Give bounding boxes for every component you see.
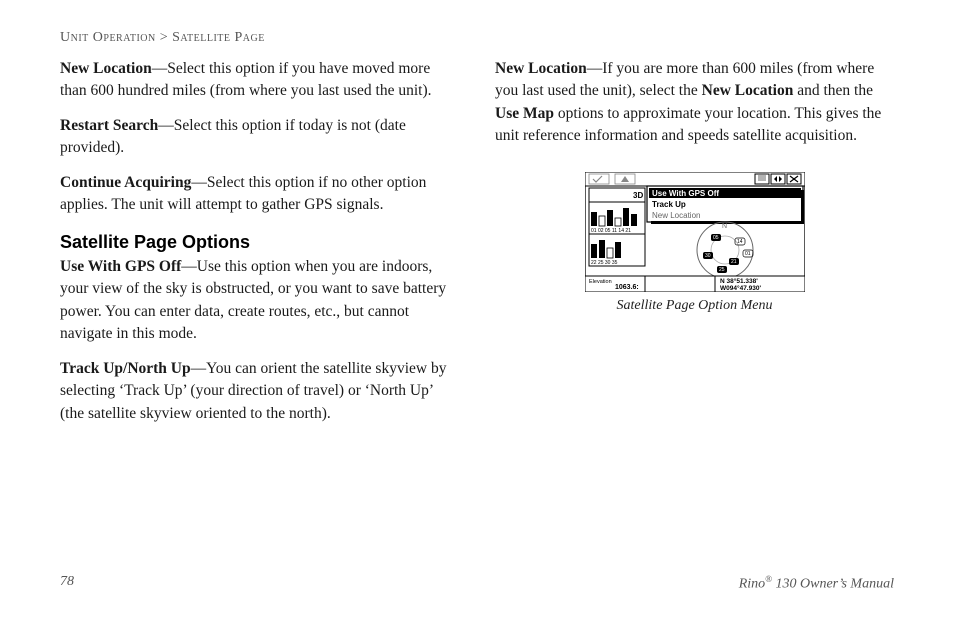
signal-3d: 3D: [633, 191, 643, 200]
figure-caption: Satellite Page Option Menu: [495, 296, 894, 316]
registered-mark: ®: [765, 574, 772, 584]
menu-item-gps-off: Use With GPS Off: [652, 189, 719, 198]
right-column: New Location—If you are more than 600 mi…: [495, 58, 894, 437]
sat-ids-1: 01 02 05 11 14 21: [591, 228, 631, 234]
menu-item-track-up: Track Up: [652, 200, 686, 209]
product-name: Rino: [739, 577, 765, 592]
label-continue-acquiring: Continue Acquiring: [60, 174, 191, 191]
para-restart-search: Restart Search—Select this option if tod…: [60, 115, 459, 160]
coord-lat: N 38°51.338': [720, 277, 758, 285]
label-gps-off: Use With GPS Off: [60, 258, 181, 275]
page-number: 78: [60, 574, 74, 593]
text-nl2b: and then the: [793, 82, 873, 99]
svg-text:30: 30: [705, 253, 711, 259]
svg-text:01: 01: [745, 251, 751, 257]
content-columns: New Location—Select this option if you h…: [60, 58, 894, 437]
heading-satellite-page-options: Satellite Page Options: [60, 229, 459, 255]
elevation-value: 1063.6:: [615, 284, 639, 291]
breadcrumb-section: Unit Operation: [60, 30, 156, 45]
page-footer: 78 Rino® 130 Owner’s Manual: [60, 574, 894, 593]
elevation-label: Elevation: [589, 279, 612, 285]
para-continue-acquiring: Continue Acquiring—Select this option if…: [60, 172, 459, 217]
manual-title: Rino® 130 Owner’s Manual: [739, 574, 894, 593]
sat-ids-2: 22 25 30 35: [591, 260, 618, 266]
svg-text:21: 21: [731, 259, 737, 265]
svg-text:N: N: [722, 223, 727, 230]
para-new-location-right: New Location—If you are more than 600 mi…: [495, 58, 894, 148]
svg-text:05: 05: [713, 235, 719, 241]
para-gps-off: Use With GPS Off—Use this option when yo…: [60, 256, 459, 346]
label-new-location-2: New Location: [495, 60, 587, 77]
label-use-map: Use Map: [495, 105, 554, 122]
svg-text:14: 14: [737, 239, 743, 245]
breadcrumb: Unit Operation > Satellite Page: [60, 30, 894, 46]
breadcrumb-page: Satellite Page: [172, 30, 265, 45]
breadcrumb-sep: >: [156, 30, 172, 45]
para-track-up: Track Up/North Up—You can orient the sat…: [60, 358, 459, 425]
menu-item-new-location: New Location: [652, 211, 700, 220]
left-column: New Location—Select this option if you h…: [60, 58, 459, 437]
label-track-up: Track Up/North Up: [60, 360, 191, 377]
device-screenshot: Use With GPS Off Track Up New Location 3…: [585, 172, 805, 292]
product-suffix: 130 Owner’s Manual: [772, 577, 894, 592]
label-new-location: New Location: [60, 60, 152, 77]
para-new-location: New Location—Select this option if you h…: [60, 58, 459, 103]
label-restart-search: Restart Search: [60, 117, 158, 134]
svg-text:25: 25: [719, 267, 725, 273]
label-new-location-3: New Location: [702, 82, 794, 99]
coord-lon: W094°47.930': [720, 284, 761, 292]
figure-satellite-menu: Use With GPS Off Track Up New Location 3…: [495, 172, 894, 316]
